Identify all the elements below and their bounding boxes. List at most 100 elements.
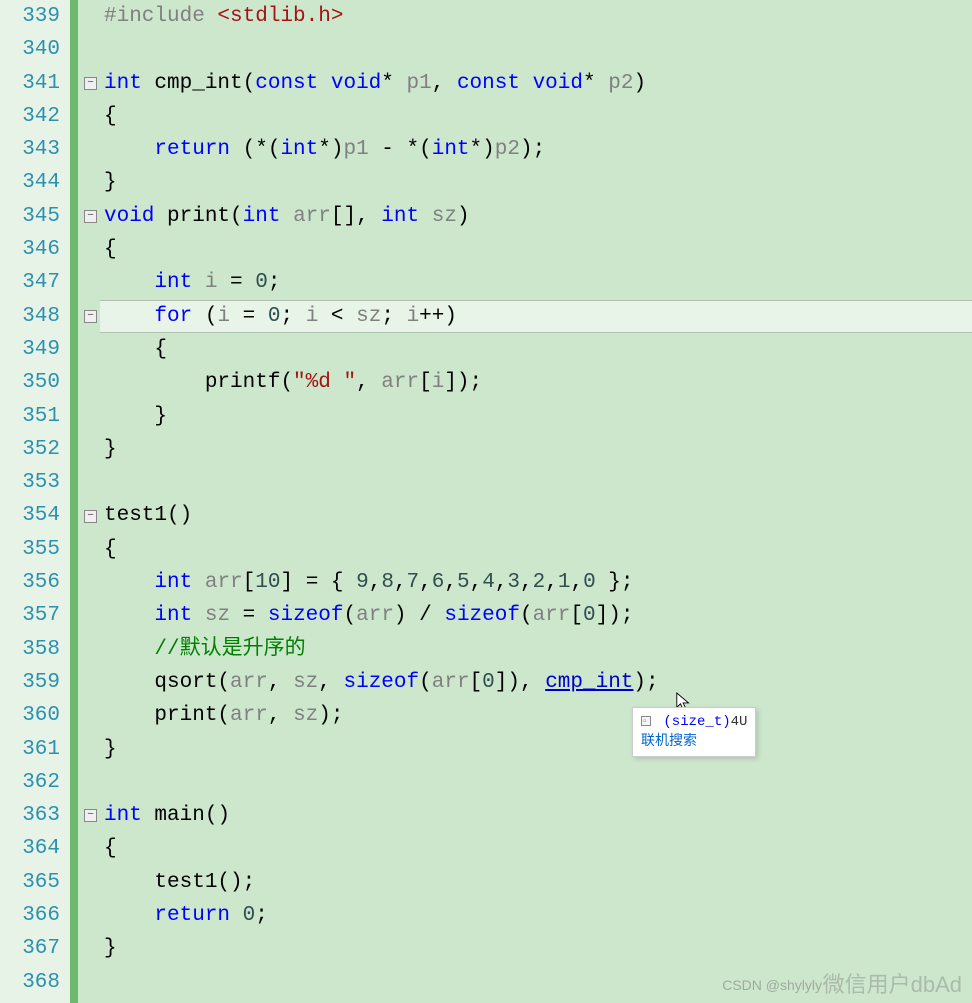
tooltip-online-search[interactable]: 联机搜索	[641, 732, 747, 752]
code-line[interactable]: }	[100, 932, 972, 965]
code-line[interactable]: {	[100, 533, 972, 566]
token-op	[104, 571, 154, 594]
code-line[interactable]: int cmp_int(const void* p1, const void* …	[100, 67, 972, 100]
token-op: ,	[369, 571, 382, 594]
code-line[interactable]: int sz = sizeof(arr) / sizeof(arr[0]);	[100, 599, 972, 632]
token-op	[104, 271, 154, 294]
token-br: (	[217, 704, 230, 727]
line-number: 342	[0, 100, 60, 133]
tooltip-value: 4U	[731, 714, 748, 730]
token-num: 2	[533, 571, 546, 594]
token-var: p2	[495, 138, 520, 161]
token-op: );	[633, 671, 658, 694]
code-line[interactable]: test1();	[100, 866, 972, 899]
code-line[interactable]: }	[100, 733, 972, 766]
token-op: );	[520, 138, 545, 161]
token-id: test1	[104, 871, 217, 894]
token-op	[104, 305, 154, 328]
code-line[interactable]: test1()	[100, 499, 972, 532]
token-num: 6	[432, 571, 445, 594]
token-var: p1	[343, 138, 368, 161]
token-op: - *(	[369, 138, 432, 161]
token-link[interactable]: cmp_int	[545, 671, 633, 694]
code-line[interactable]: //默认是升序的	[100, 633, 972, 666]
token-op: =	[230, 305, 268, 328]
code-area[interactable]: #include <stdlib.h>int cmp_int(const voi…	[100, 0, 972, 1003]
token-var: sz	[205, 604, 230, 627]
token-id: cmp_int	[154, 72, 242, 95]
code-line[interactable]: {	[100, 233, 972, 266]
line-number: 344	[0, 166, 60, 199]
token-op: [	[470, 671, 483, 694]
code-line[interactable]: #include <stdlib.h>	[100, 0, 972, 33]
line-number: 353	[0, 466, 60, 499]
token-op: *)	[470, 138, 495, 161]
token-num: 8	[381, 571, 394, 594]
line-number: 362	[0, 766, 60, 799]
token-br: (	[217, 671, 230, 694]
fold-gutter[interactable]: − − − − −	[70, 0, 100, 1003]
fold-toggle[interactable]: −	[84, 510, 97, 523]
token-op	[104, 604, 154, 627]
token-br: }	[104, 405, 167, 428]
code-line[interactable]: print(arr, sz);	[100, 699, 972, 732]
token-br: (	[230, 205, 243, 228]
code-line[interactable]: return (*(int*)p1 - *(int*)p2);	[100, 133, 972, 166]
token-br: }	[104, 438, 117, 461]
token-op: ]);	[596, 604, 634, 627]
code-line[interactable]: printf("%d ", arr[i]);	[100, 366, 972, 399]
token-kw: void	[331, 72, 381, 95]
token-op: ;	[381, 305, 406, 328]
code-line[interactable]: {	[100, 100, 972, 133]
token-var: i	[432, 371, 445, 394]
token-op: };	[596, 571, 634, 594]
code-line[interactable]	[100, 33, 972, 66]
token-op: ,	[520, 571, 533, 594]
token-id: print	[104, 704, 217, 727]
code-line[interactable]: }	[100, 166, 972, 199]
code-line[interactable]: {	[100, 832, 972, 865]
token-op: ,	[268, 704, 293, 727]
token-kw: int	[243, 205, 293, 228]
fold-toggle[interactable]: −	[84, 310, 97, 323]
token-kw: int	[154, 604, 204, 627]
code-line[interactable]	[100, 766, 972, 799]
token-cmt: //默认是升序的	[154, 638, 305, 661]
code-line[interactable]: return 0;	[100, 899, 972, 932]
fold-toggle[interactable]: −	[84, 210, 97, 223]
token-op: ,	[570, 571, 583, 594]
fold-toggle[interactable]: −	[84, 77, 97, 90]
code-line[interactable]: {	[100, 333, 972, 366]
code-line[interactable]: void print(int arr[], int sz)	[100, 200, 972, 233]
token-op: );	[318, 704, 343, 727]
token-op: *	[583, 72, 608, 95]
line-number: 349	[0, 333, 60, 366]
line-number: 365	[0, 866, 60, 899]
token-num: 3	[507, 571, 520, 594]
token-inc: <stdlib.h>	[217, 5, 343, 28]
code-line[interactable]	[100, 466, 972, 499]
code-editor[interactable]: 3393403413423433443453463473483493503513…	[0, 0, 972, 1003]
fold-toggle[interactable]: −	[84, 809, 97, 822]
token-op: ]),	[495, 671, 545, 694]
token-var: sz	[356, 305, 381, 328]
line-number: 364	[0, 832, 60, 865]
code-line[interactable]: }	[100, 433, 972, 466]
token-var: arr	[205, 571, 243, 594]
line-number: 357	[0, 599, 60, 632]
code-line[interactable]: }	[100, 400, 972, 433]
code-line[interactable]: int i = 0;	[100, 266, 972, 299]
code-line[interactable]: qsort(arr, sz, sizeof(arr[0]), cmp_int);	[100, 666, 972, 699]
token-num: 4	[482, 571, 495, 594]
code-line[interactable]: int arr[10] = { 9,8,7,6,5,4,3,2,1,0 };	[100, 566, 972, 599]
token-var: sz	[293, 671, 318, 694]
line-number: 366	[0, 899, 60, 932]
code-line[interactable]: for (i = 0; i < sz; i++)	[100, 300, 972, 333]
code-line[interactable]: int main()	[100, 799, 972, 832]
token-var: arr	[356, 604, 394, 627]
token-op: *)	[318, 138, 343, 161]
token-br: )	[633, 72, 646, 95]
token-num: 0	[268, 305, 281, 328]
token-var: p2	[608, 72, 633, 95]
code-line[interactable]	[100, 966, 972, 999]
